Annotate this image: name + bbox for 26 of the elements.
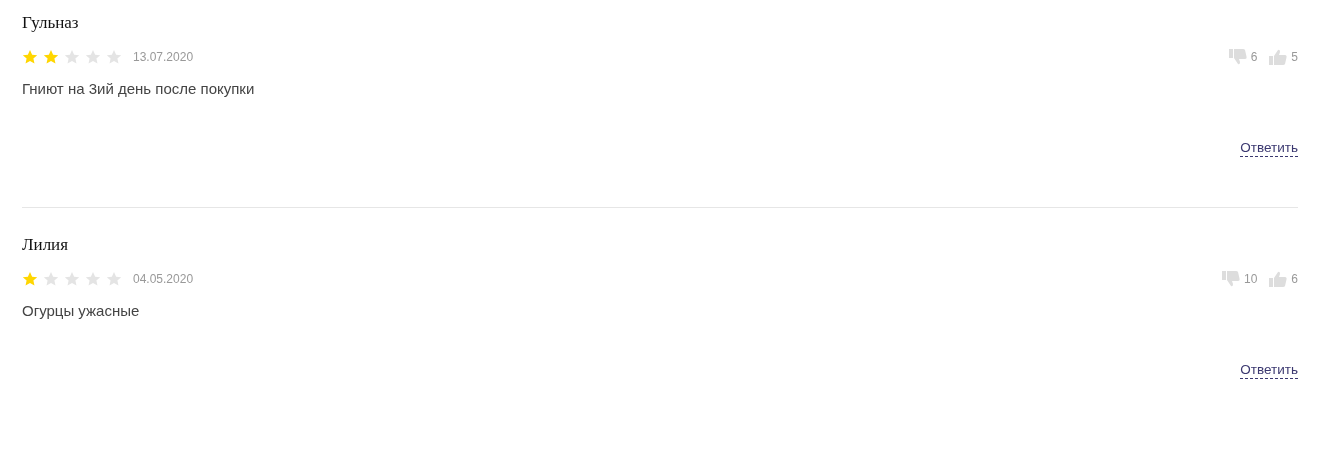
star-icon [64, 271, 80, 287]
review-author: Гульназ [22, 12, 80, 34]
star-icon [106, 271, 122, 287]
star-icon [22, 49, 38, 65]
review-text: Гниют на 3ий день после покупки [22, 80, 256, 97]
review-text: Огурцы ужасные [22, 302, 141, 319]
review-author: Лилия [22, 234, 70, 256]
thumbs-up-icon[interactable] [1269, 49, 1288, 65]
star-icon [22, 271, 38, 287]
thumbs-down-icon[interactable] [1221, 271, 1240, 287]
star-icon [85, 49, 101, 65]
thumbs-down-icon[interactable] [1228, 49, 1247, 65]
star-icon [106, 49, 122, 65]
star-icon [43, 271, 59, 287]
dislike-count: 10 [1243, 272, 1258, 286]
review-date: 13.07.2020 [133, 50, 194, 64]
dislike-count: 6 [1250, 50, 1258, 64]
star-icon [85, 271, 101, 287]
like-count: 5 [1291, 50, 1298, 64]
star-icon [64, 49, 80, 65]
thumbs-up-icon[interactable] [1269, 271, 1288, 287]
reply-link[interactable]: Ответить [1240, 362, 1298, 379]
star-icon [43, 49, 59, 65]
review-date: 04.05.2020 [133, 272, 194, 286]
reply-link[interactable]: Ответить [1240, 140, 1298, 157]
like-count: 6 [1291, 272, 1298, 286]
